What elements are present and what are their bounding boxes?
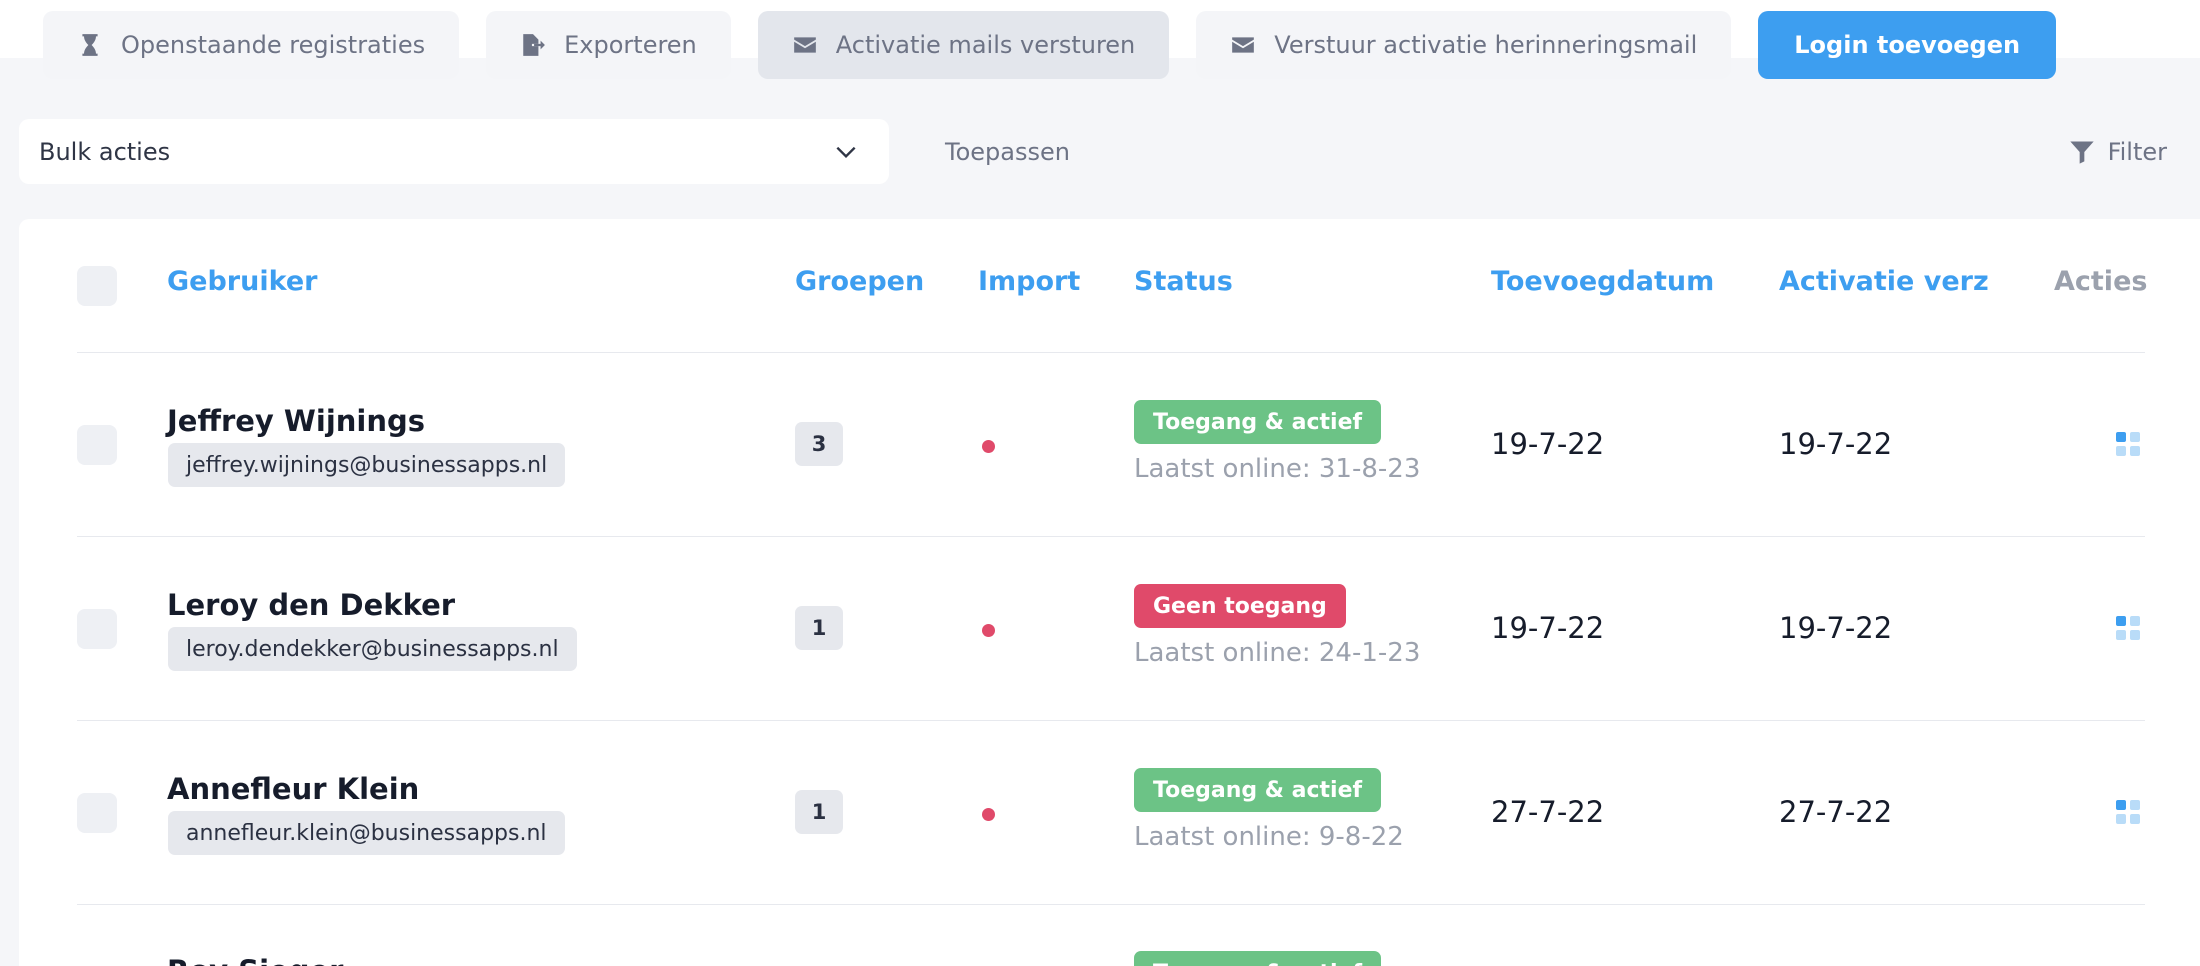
- export-button[interactable]: Exporteren: [486, 11, 731, 79]
- user-name[interactable]: Leroy den Dekker: [167, 588, 455, 622]
- last-online-text: Laatst online: 31-8-23: [1134, 454, 1421, 484]
- added-date: 19-7-22: [1491, 611, 1605, 645]
- send-reminder-mail-label: Verstuur activatie herinneringsmail: [1274, 31, 1698, 59]
- actions-menu-icon[interactable]: [2116, 432, 2140, 456]
- filter-button[interactable]: Filter: [2068, 119, 2167, 184]
- column-header-activation-sent[interactable]: Activatie verz: [1779, 266, 1989, 297]
- actions-menu-icon[interactable]: [2116, 616, 2140, 640]
- row-checkbox[interactable]: [77, 609, 117, 649]
- status-badge: Toegang & actief: [1134, 768, 1382, 812]
- column-header-actions: Acties: [2054, 266, 2148, 297]
- status-badge: Toegang & actief: [1134, 951, 1382, 966]
- row-divider: [77, 352, 2145, 353]
- added-date: 27-7-22: [1491, 795, 1605, 829]
- group-count-badge[interactable]: 1: [795, 790, 843, 834]
- pending-registrations-label: Openstaande registraties: [121, 31, 426, 59]
- bulk-actions-value: Bulk acties: [39, 137, 171, 166]
- import-status-dot: [982, 440, 995, 453]
- status-badge: Toegang & actief: [1134, 400, 1382, 444]
- send-activation-mails-button[interactable]: Activatie mails versturen: [757, 11, 1170, 79]
- envelope-icon: [1232, 37, 1255, 53]
- row-divider: [77, 720, 2145, 721]
- row-checkbox[interactable]: [77, 425, 117, 465]
- bulk-actions-select[interactable]: Bulk acties: [19, 119, 889, 184]
- group-count-badge[interactable]: 3: [795, 422, 843, 466]
- pending-registrations-button[interactable]: Openstaande registraties: [43, 11, 460, 79]
- envelope-icon: [793, 37, 816, 53]
- user-email[interactable]: jeffrey.wijnings@businessapps.nl: [168, 443, 566, 487]
- import-status-dot: [982, 808, 995, 821]
- import-status-dot: [982, 624, 995, 637]
- last-online-text: Laatst online: 9-8-22: [1134, 822, 1404, 852]
- activation-sent-date: 19-7-22: [1779, 611, 1893, 645]
- user-name[interactable]: Jeffrey Wijnings: [167, 404, 425, 438]
- column-header-status[interactable]: Status: [1134, 266, 1233, 297]
- actions-menu-icon[interactable]: [2116, 800, 2140, 824]
- filter-label: Filter: [2107, 137, 2167, 166]
- hourglass-icon: [82, 34, 98, 56]
- column-header-user[interactable]: Gebruiker: [167, 266, 317, 297]
- column-header-groups[interactable]: Groepen: [795, 266, 924, 297]
- status-badge: Geen toegang: [1134, 584, 1346, 628]
- add-login-button[interactable]: Login toevoegen: [1758, 11, 2057, 79]
- row-checkbox[interactable]: [77, 793, 117, 833]
- add-login-label: Login toevoegen: [1794, 31, 2021, 59]
- file-export-icon: [523, 34, 546, 56]
- chevron-down-icon: [836, 146, 856, 158]
- export-label: Exporteren: [564, 31, 697, 59]
- activation-sent-date: 19-7-22: [1779, 427, 1893, 461]
- send-reminder-mail-button[interactable]: Verstuur activatie herinneringsmail: [1196, 11, 1732, 79]
- user-name[interactable]: Annefleur Klein: [167, 772, 419, 806]
- group-count-badge[interactable]: 1: [795, 606, 843, 650]
- user-email[interactable]: annefleur.klein@businessapps.nl: [168, 811, 565, 855]
- added-date: 19-7-22: [1491, 427, 1605, 461]
- activation-sent-date: 27-7-22: [1779, 795, 1893, 829]
- user-name[interactable]: Roy Sieger: [167, 954, 343, 966]
- filter-icon: [2069, 141, 2094, 164]
- user-email[interactable]: leroy.dendekker@businessapps.nl: [168, 627, 577, 671]
- last-online-text: Laatst online: 24-1-23: [1134, 638, 1421, 668]
- send-activation-mails-label: Activatie mails versturen: [835, 31, 1136, 59]
- select-all-checkbox[interactable]: [77, 266, 117, 306]
- column-header-added-date[interactable]: Toevoegdatum: [1491, 266, 1714, 297]
- apply-button[interactable]: Toepassen: [920, 119, 1095, 184]
- row-divider: [77, 536, 2145, 537]
- column-header-import[interactable]: Import: [978, 266, 1080, 297]
- top-toolbar: Openstaande registraties Exporteren Acti…: [43, 11, 2057, 79]
- row-divider: [77, 904, 2145, 905]
